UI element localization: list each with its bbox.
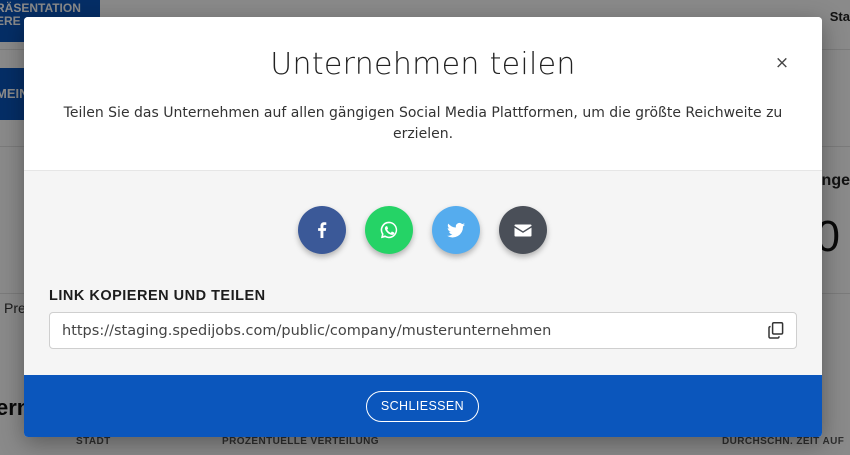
facebook-share-button[interactable] (298, 206, 346, 254)
close-icon[interactable]: × (772, 53, 792, 73)
modal-title: Unternehmen teilen (270, 47, 576, 82)
modal-body: LINK KOPIEREN UND TEILEN (24, 171, 822, 375)
copy-icon[interactable] (768, 322, 784, 339)
facebook-icon (318, 222, 327, 238)
envelope-icon (514, 224, 532, 237)
share-link-input[interactable] (50, 313, 750, 348)
whatsapp-icon (380, 221, 398, 239)
twitter-icon (447, 222, 465, 238)
modal-description: Teilen Sie das Unternehmen auf allen gän… (63, 105, 783, 142)
share-link-field (49, 312, 797, 349)
close-button[interactable]: SCHLIESSEN (366, 391, 479, 422)
twitter-share-button[interactable] (432, 206, 480, 254)
share-company-modal: Unternehmen teilen × Teilen Sie das Unte… (24, 17, 822, 437)
modal-footer: SCHLIESSEN (24, 375, 822, 437)
whatsapp-share-button[interactable] (365, 206, 413, 254)
email-share-button[interactable] (499, 206, 547, 254)
link-label: LINK KOPIEREN UND TEILEN (49, 288, 266, 304)
modal-header: Unternehmen teilen × Teilen Sie das Unte… (24, 17, 822, 171)
